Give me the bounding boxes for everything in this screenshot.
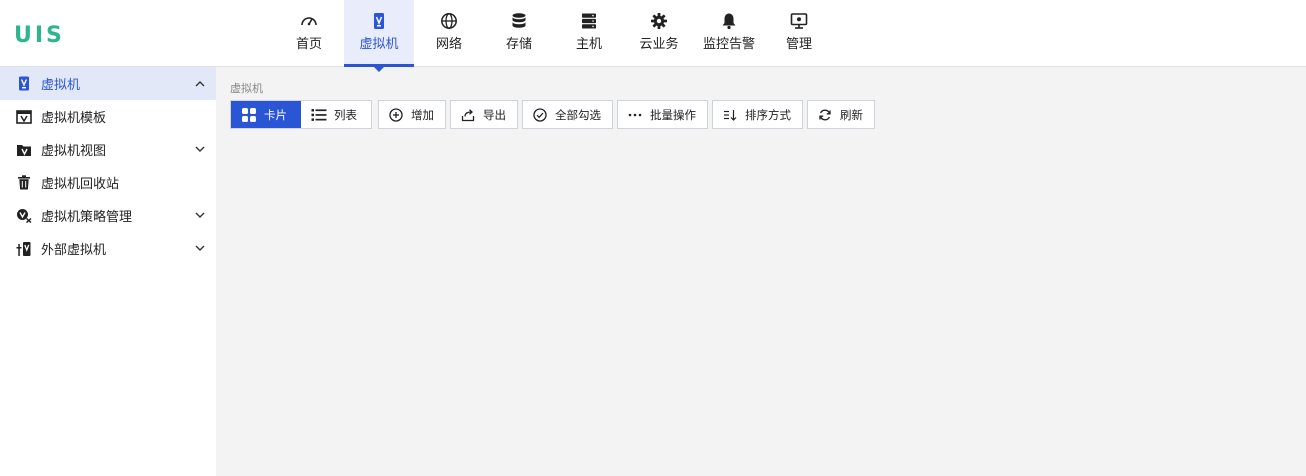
chevron-down-icon[interactable]: [194, 144, 206, 156]
sidebar-item-vm-policy[interactable]: 虚拟机策略管理: [0, 199, 216, 232]
sidebar-item-vm[interactable]: 虚拟机: [0, 67, 216, 100]
gear-icon: [650, 12, 668, 30]
uis-logo[interactable]: UIS: [14, 22, 66, 46]
nav-item-home[interactable]: 首页: [274, 0, 344, 67]
card-view-label: 卡片: [264, 107, 287, 122]
sidebar-item-label: 虚拟机策略管理: [41, 210, 133, 225]
nav-label: 主机: [575, 37, 602, 52]
sidebar-item-vm-recycle-bin[interactable]: 虚拟机回收站: [0, 166, 216, 199]
nav-label: 云业务: [639, 37, 679, 52]
refresh-label: 刷新: [840, 107, 863, 122]
nav-item-vm[interactable]: 虚拟机: [344, 0, 414, 72]
select-all-label: 全部勾选: [555, 107, 601, 122]
server-icon: [580, 12, 598, 30]
list-view-button[interactable]: 列表: [301, 101, 371, 128]
nav-label: 网络: [435, 37, 462, 52]
vm-icon: [370, 12, 388, 30]
top-bar: UIS 首页 虚拟机 网络 存储 主机 云业务 监控告警 管理: [0, 0, 1306, 72]
toolbar: 卡片 列表 增加 导出 全部勾选 批量操作 排序方式 刷新: [230, 100, 879, 129]
breadcrumb: 虚拟机: [230, 82, 263, 95]
grid-icon: [241, 107, 257, 123]
sidebar: 虚拟机 虚拟机模板 虚拟机视图 虚拟机回收站 虚拟机策略管理 外部虚拟机: [0, 67, 216, 476]
nav-item-cloud-service[interactable]: 云业务: [624, 0, 694, 67]
nav-label: 监控告警: [702, 37, 755, 52]
list-icon: [311, 107, 327, 123]
globe-icon: [440, 12, 458, 30]
card-view-button[interactable]: 卡片: [231, 101, 301, 128]
main-nav: 首页 虚拟机 网络 存储 主机 云业务 监控告警 管理: [274, 0, 834, 72]
sidebar-item-vm-template[interactable]: 虚拟机模板: [0, 100, 216, 133]
bell-icon: [720, 12, 738, 30]
external-vm-icon: [16, 241, 32, 257]
trash-icon: [16, 175, 32, 191]
nav-label: 首页: [295, 37, 322, 52]
nav-item-host[interactable]: 主机: [554, 0, 624, 67]
sidebar-item-label: 虚拟机回收站: [41, 177, 120, 192]
sort-button[interactable]: 排序方式: [712, 100, 803, 129]
sidebar-item-label: 虚拟机: [41, 78, 81, 93]
vm-icon: [16, 76, 32, 92]
list-view-label: 列表: [334, 107, 357, 122]
nav-item-manage[interactable]: 管理: [764, 0, 834, 67]
chevron-down-icon[interactable]: [194, 210, 206, 222]
export-button[interactable]: 导出: [450, 100, 518, 129]
share-icon: [461, 108, 475, 122]
nav-label: 虚拟机: [359, 37, 399, 52]
nav-label: 存储: [505, 37, 532, 52]
batch-operation-label: 批量操作: [650, 107, 696, 122]
sidebar-item-vm-view[interactable]: 虚拟机视图: [0, 133, 216, 166]
template-icon: [16, 109, 32, 125]
refresh-button[interactable]: 刷新: [807, 100, 875, 129]
nav-item-storage[interactable]: 存储: [484, 0, 554, 67]
select-all-button[interactable]: 全部勾选: [522, 100, 613, 129]
sidebar-item-external-vm[interactable]: 外部虚拟机: [0, 232, 216, 265]
sidebar-item-label: 虚拟机视图: [41, 144, 107, 159]
policy-icon: [16, 208, 32, 224]
folder-icon: [16, 142, 32, 158]
monitor-icon: [790, 12, 808, 30]
svg-text:UIS: UIS: [14, 23, 65, 46]
nav-label: 管理: [785, 37, 812, 52]
chevron-down-icon[interactable]: [194, 243, 206, 255]
add-button[interactable]: 增加: [378, 100, 446, 129]
refresh-icon: [818, 108, 832, 122]
view-toggle: 卡片 列表: [230, 100, 372, 129]
database-icon: [510, 12, 528, 30]
more-icon: [628, 108, 642, 122]
nav-item-network[interactable]: 网络: [414, 0, 484, 67]
nav-item-monitor-alarm[interactable]: 监控告警: [694, 0, 764, 67]
chevron-up-icon[interactable]: [194, 78, 206, 90]
sidebar-item-label: 外部虚拟机: [41, 243, 107, 258]
dashboard-icon: [300, 12, 318, 30]
add-label: 增加: [411, 107, 434, 122]
plus-circle-icon: [389, 107, 403, 122]
sort-label: 排序方式: [745, 107, 791, 122]
check-circle-icon: [533, 107, 547, 122]
export-label: 导出: [483, 107, 506, 122]
sort-icon: [723, 108, 737, 122]
sidebar-item-label: 虚拟机模板: [41, 111, 107, 126]
main-content: 虚拟机 卡片 列表 增加 导出 全部勾选 批量操作 排序方式 刷新: [216, 67, 1306, 476]
batch-operation-button[interactable]: 批量操作: [617, 100, 708, 129]
